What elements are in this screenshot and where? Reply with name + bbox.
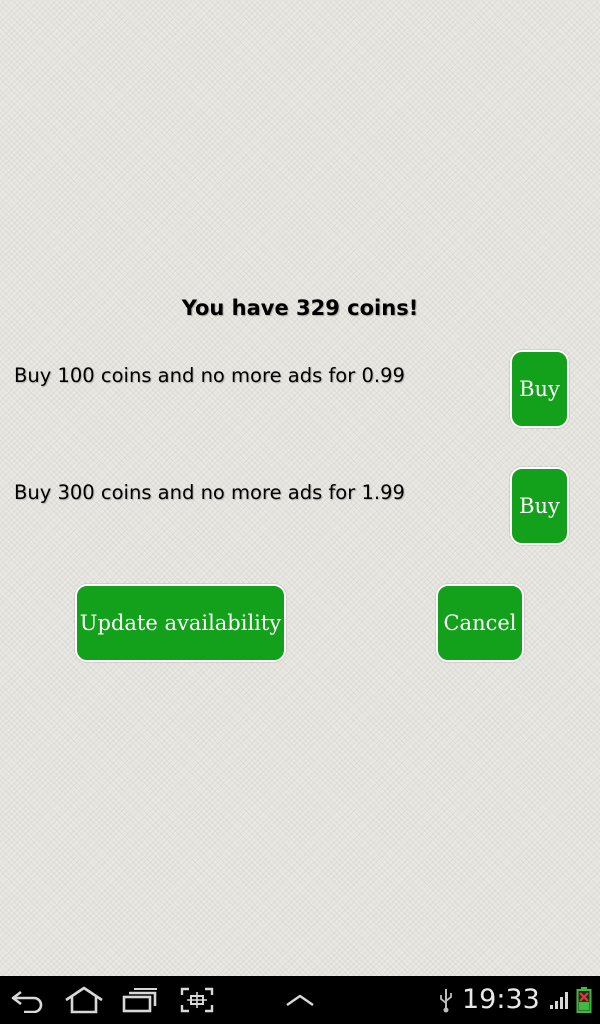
screenshot-icon[interactable]: [178, 976, 216, 1024]
home-icon[interactable]: [62, 976, 106, 1024]
signal-icon: [548, 976, 570, 1024]
purchase-screen: You have 329 coins! Buy 100 coins and no…: [0, 0, 600, 976]
offer-300-text: Buy 300 coins and no more ads for 1.99: [14, 481, 405, 504]
system-navigation-bar: 19:33: [0, 976, 600, 1024]
buy-100-button[interactable]: Buy: [510, 350, 569, 428]
status-clock: 19:33: [462, 984, 540, 1015]
coins-balance-title: You have 329 coins!: [181, 296, 419, 320]
offer-100-text: Buy 100 coins and no more ads for 0.99: [14, 364, 405, 387]
cancel-button[interactable]: Cancel: [436, 584, 524, 662]
battery-icon: [574, 976, 594, 1024]
buy-300-button[interactable]: Buy: [510, 467, 569, 545]
recent-apps-icon[interactable]: [120, 976, 160, 1024]
back-icon[interactable]: [8, 976, 48, 1024]
up-arrow-icon[interactable]: [283, 976, 317, 1024]
update-availability-button[interactable]: Update availability: [75, 584, 286, 662]
usb-icon: [436, 976, 456, 1024]
